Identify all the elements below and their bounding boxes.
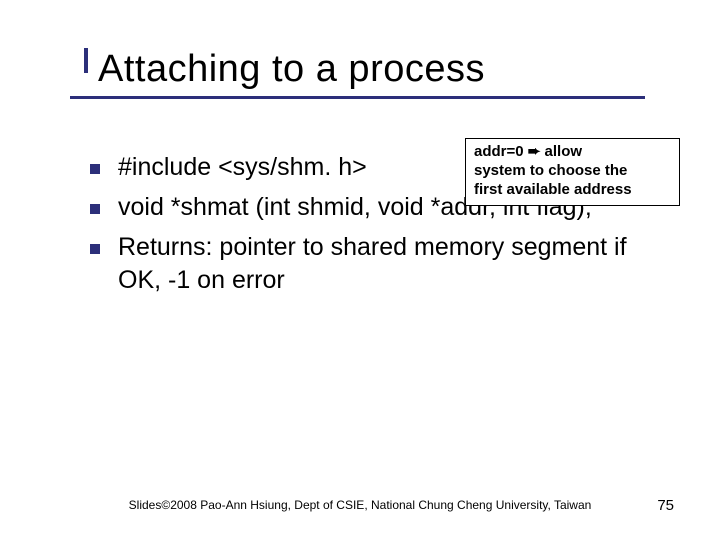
bullet-square-icon — [90, 204, 100, 214]
callout-text-1a: addr=0 — [474, 143, 528, 160]
list-item: Returns: pointer to shared memory segmen… — [90, 231, 660, 299]
page-number: 75 — [657, 497, 674, 514]
slide-title: Attaching to a process — [70, 48, 670, 91]
arrow-right-icon: ➨ — [528, 143, 541, 162]
footer-text: Slides©2008 Pao-Ann Hsiung, Dept of CSIE… — [0, 498, 720, 512]
callout-text-2: system to choose the — [474, 162, 627, 179]
callout-text-1b: allow — [540, 143, 582, 160]
callout-box: addr=0 ➨ allow system to choose the firs… — [465, 138, 680, 206]
title-accent-horizontal — [70, 96, 645, 99]
bullet-square-icon — [90, 244, 100, 254]
callout-text-3: first available address — [474, 181, 632, 198]
title-accent-vertical — [84, 48, 88, 73]
bullet-text: Returns: pointer to shared memory segmen… — [118, 231, 660, 299]
slide: Attaching to a process addr=0 ➨ allow sy… — [0, 0, 720, 540]
title-block: Attaching to a process — [70, 48, 670, 91]
bullet-square-icon — [90, 164, 100, 174]
